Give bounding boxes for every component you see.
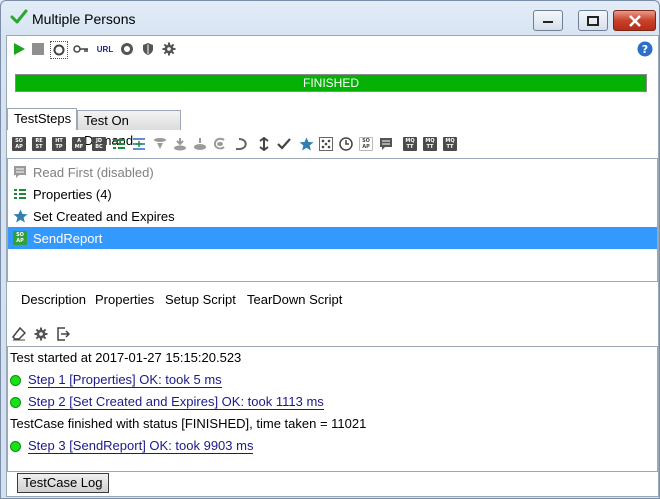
close-icon xyxy=(628,14,641,27)
maximize-icon xyxy=(587,15,599,26)
add-rest-step-icon[interactable]: RE ST xyxy=(32,137,46,151)
log-link-text[interactable]: Step 3 [SendReport] OK: took 9903 ms xyxy=(28,438,254,454)
log-toolbar xyxy=(7,322,658,344)
add-delay-step-icon[interactable] xyxy=(193,137,207,151)
export-icon[interactable] xyxy=(55,326,71,342)
comment-icon xyxy=(12,164,28,180)
check-icon xyxy=(10,8,28,26)
list-item[interactable]: SO AP SendReport xyxy=(8,227,657,249)
add-soap-mock-icon[interactable]: SO AP xyxy=(359,137,373,151)
gear-icon[interactable] xyxy=(161,41,177,57)
tab-description[interactable]: Description xyxy=(21,292,86,307)
tab-teststeps[interactable]: TestSteps xyxy=(7,108,77,130)
log-step-link[interactable]: Step 3 [SendReport] OK: took 9903 ms xyxy=(10,437,254,455)
step-label: Read First (disabled) xyxy=(33,164,154,180)
minimize-button[interactable] xyxy=(533,10,563,31)
add-properties-step-icon[interactable] xyxy=(112,137,126,151)
log-area: Test started at 2017-01-27 15:15:20.523 … xyxy=(7,346,658,472)
add-mqtt-publish-icon[interactable]: MQ TT xyxy=(403,137,417,151)
help-icon[interactable]: ? xyxy=(637,41,653,57)
add-groovy-step-icon[interactable] xyxy=(213,137,227,151)
tab-setup-script[interactable]: Setup Script xyxy=(165,292,236,307)
add-amf-step-icon[interactable]: A MF xyxy=(72,137,86,151)
app-window: Multiple Persons URL ? FINISHED TestStep… xyxy=(0,0,660,499)
add-comment-step-icon[interactable] xyxy=(379,137,393,151)
maximize-button[interactable] xyxy=(578,10,608,31)
eraser-icon[interactable] xyxy=(11,326,27,342)
tab-teardown-script[interactable]: TearDown Script xyxy=(247,292,342,307)
add-datagen-icon[interactable] xyxy=(319,137,333,151)
loadui-icon[interactable] xyxy=(119,41,135,57)
add-http-step-icon[interactable]: HT TP xyxy=(52,137,66,151)
status-ok-icon xyxy=(10,396,21,408)
teststeps-list: Read First (disabled) Properties (4) Set… xyxy=(7,158,658,282)
log-line: Test started at 2017-01-27 15:15:20.523 xyxy=(10,350,242,365)
testcase-log-button[interactable]: TestCase Log xyxy=(17,473,109,493)
run-icon[interactable] xyxy=(11,41,27,57)
stop-icon[interactable] xyxy=(30,41,46,57)
testcase-panel: URL ? FINISHED TestSteps Test On Demand xyxy=(6,35,659,497)
add-property-transfer-icon[interactable] xyxy=(132,137,146,151)
list-item[interactable]: Set Created and Expires xyxy=(8,205,657,227)
gear-icon[interactable] xyxy=(33,326,49,342)
list-item[interactable]: Read First (disabled) xyxy=(8,161,657,183)
step-label: SendReport xyxy=(33,230,103,246)
security-icon[interactable] xyxy=(140,41,156,57)
close-button[interactable] xyxy=(613,10,656,31)
log-step-link[interactable]: Step 1 [Properties] OK: took 5 ms xyxy=(10,371,222,389)
add-mqtt-receive-icon[interactable]: MQ TT xyxy=(423,137,437,151)
status-ok-icon xyxy=(10,374,21,386)
soap-request-icon: SO AP xyxy=(12,230,28,246)
add-conditional-goto-icon[interactable] xyxy=(153,137,167,151)
star-icon xyxy=(12,208,28,224)
tab-properties[interactable]: Properties xyxy=(95,292,154,307)
add-assertion-step-icon[interactable] xyxy=(277,137,291,151)
log-link-text[interactable]: Step 1 [Properties] OK: took 5 ms xyxy=(28,372,222,388)
add-soap-step-icon[interactable]: SO AP xyxy=(12,137,26,151)
properties-icon xyxy=(12,186,28,202)
list-item[interactable]: Properties (4) xyxy=(8,183,657,205)
add-run-testcase-icon[interactable] xyxy=(173,137,187,151)
window-title: Multiple Persons xyxy=(32,11,136,27)
options-icon[interactable] xyxy=(50,41,68,59)
step-label: Properties (4) xyxy=(33,186,112,202)
svg-text:?: ? xyxy=(642,43,648,56)
status-ok-icon xyxy=(10,440,21,452)
title-bar[interactable]: Multiple Persons xyxy=(1,1,659,35)
step-label: Set Created and Expires xyxy=(33,208,175,224)
add-manual-step-icon[interactable] xyxy=(257,136,271,152)
add-mock-response-icon[interactable] xyxy=(235,137,249,151)
minimize-icon xyxy=(543,20,553,23)
steps-toolbar: SO AP RE ST HT TP A MF JD BC SO AP MQ TT… xyxy=(7,132,658,158)
tab-test-on-demand[interactable]: Test On Demand xyxy=(77,110,181,148)
progress-label: FINISHED xyxy=(302,76,359,90)
clock-icon[interactable] xyxy=(339,137,353,151)
key-icon[interactable] xyxy=(73,41,89,57)
add-security-step-icon[interactable] xyxy=(299,137,314,151)
url-icon[interactable]: URL xyxy=(95,41,115,57)
log-line: TestCase finished with status [FINISHED]… xyxy=(10,416,367,431)
add-mqtt-drop-icon[interactable]: MQ TT xyxy=(443,137,457,151)
main-toolbar: URL ? xyxy=(7,36,658,62)
progress-bar: FINISHED xyxy=(15,74,647,92)
log-link-text[interactable]: Step 2 [Set Created and Expires] OK: too… xyxy=(28,394,324,410)
add-jdbc-step-icon[interactable]: JD BC xyxy=(92,137,106,151)
log-step-link[interactable]: Step 2 [Set Created and Expires] OK: too… xyxy=(10,393,324,411)
